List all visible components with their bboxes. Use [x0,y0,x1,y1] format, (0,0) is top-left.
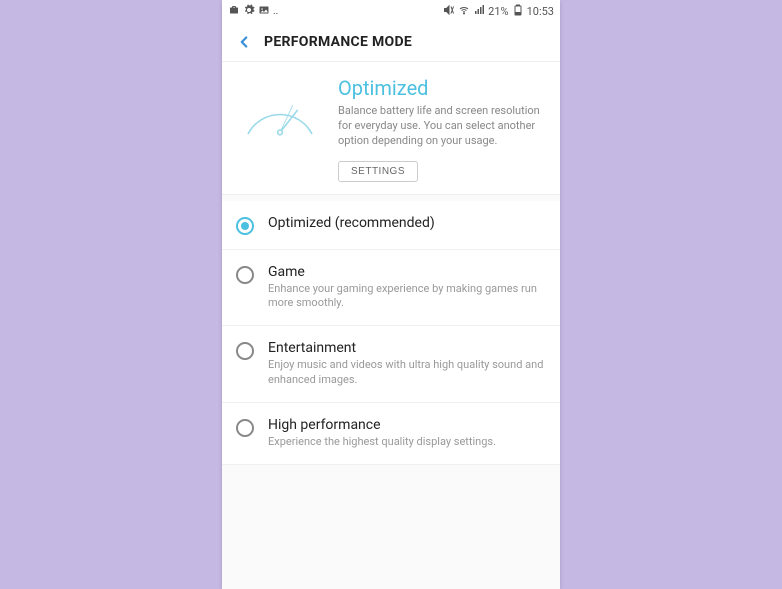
radio-entertainment[interactable] [236,342,254,360]
back-button[interactable] [230,28,258,56]
option-title: High performance [268,417,544,433]
more-indicator: .. [273,6,278,17]
option-entertainment[interactable]: Entertainment Enjoy music and videos wit… [222,326,560,403]
signal-icon [473,4,485,19]
radio-high-performance[interactable] [236,419,254,437]
option-title: Game [268,264,544,280]
app-header: PERFORMANCE MODE [222,22,560,62]
radio-optimized[interactable] [236,217,254,235]
option-desc: Enhance your gaming experience by making… [268,282,544,312]
status-left: .. [228,4,278,19]
image-icon [258,4,270,19]
page-title: PERFORMANCE MODE [264,34,412,50]
wifi-icon [458,4,470,19]
option-game[interactable]: Game Enhance your gaming experience by m… [222,250,560,327]
option-desc: Experience the highest quality display s… [268,435,544,450]
battery-icon [512,4,524,19]
clock-time: 10:53 [527,5,554,18]
mute-icon [443,4,455,19]
option-desc: Enjoy music and videos with ultra high q… [268,358,544,388]
radio-game[interactable] [236,266,254,284]
hero-description: Balance battery life and screen resoluti… [338,104,546,149]
option-title: Optimized (recommended) [268,215,544,231]
hero-card: Optimized Balance battery life and scree… [222,62,560,195]
options-list: Optimized (recommended) Game Enhance you… [222,201,560,465]
gauge-icon [236,76,324,182]
status-right: 21% 10:53 [443,4,554,19]
gear-icon [243,4,255,19]
option-high-performance[interactable]: High performance Experience the highest … [222,403,560,465]
phone-frame: .. 21% 10:53 PERFORMANCE MODE [222,0,560,589]
option-title: Entertainment [268,340,544,356]
briefcase-icon [228,4,240,19]
battery-pct: 21% [488,5,508,18]
settings-button[interactable]: SETTINGS [338,161,418,182]
option-optimized[interactable]: Optimized (recommended) [222,201,560,250]
status-bar: .. 21% 10:53 [222,0,560,22]
hero-title: Optimized [338,76,546,100]
